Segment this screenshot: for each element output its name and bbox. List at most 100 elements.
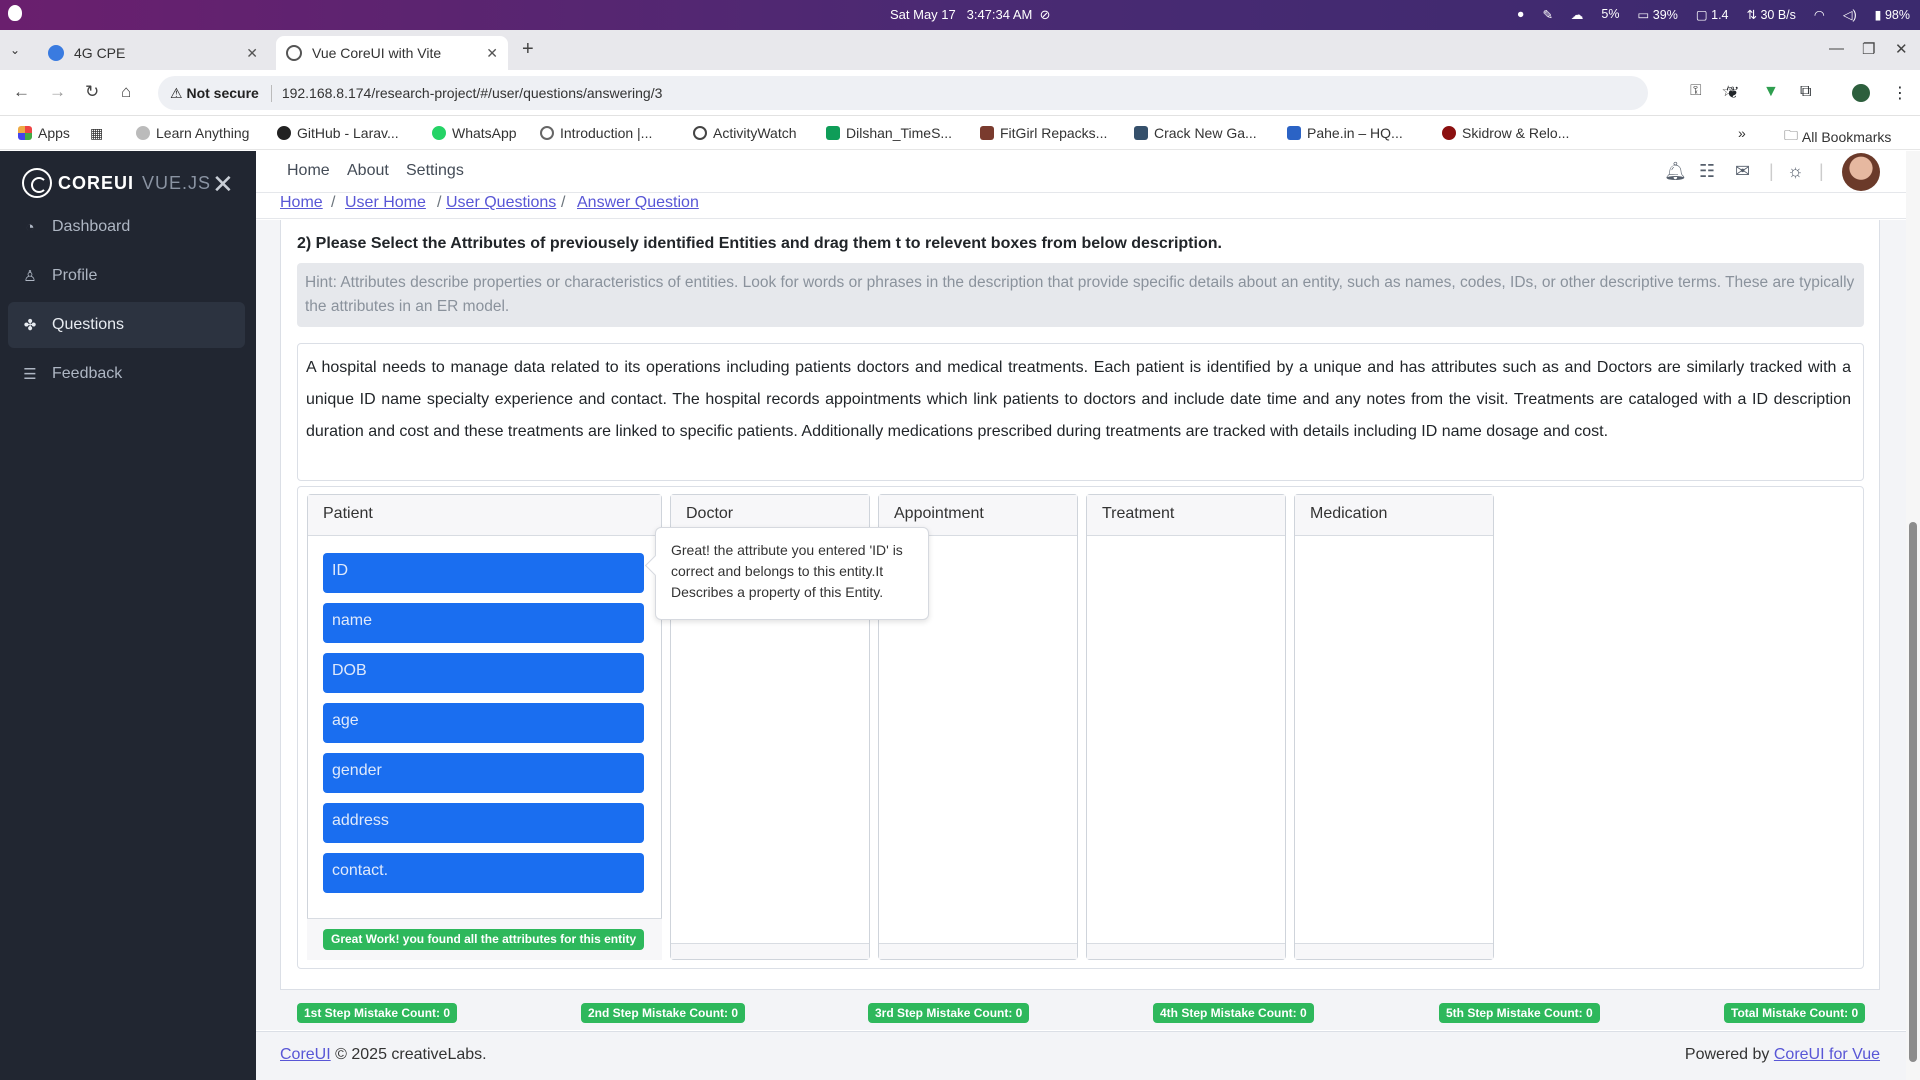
attribute-chip[interactable]: age	[323, 703, 644, 743]
bell-icon[interactable]: 🔔︎	[1664, 161, 1687, 182]
shield-icon[interactable]: ●	[1517, 7, 1525, 22]
close-icon[interactable]: ✕	[212, 171, 234, 197]
header-nav-home[interactable]: Home	[287, 162, 330, 180]
bookmark-label: Skidrow & Relo...	[1462, 125, 1570, 141]
sidebar-item-profile[interactable]: ♙ Profile	[8, 253, 245, 299]
bookmark-learn-anything[interactable]: Learn Anything	[136, 125, 249, 141]
entity-box-medication[interactable]: Medication	[1294, 494, 1494, 960]
more-menu-icon[interactable]: ⋮	[1892, 83, 1908, 103]
wifi-icon[interactable]: ◠	[1814, 7, 1825, 22]
attribute-chip[interactable]: name	[323, 603, 644, 643]
restore-icon[interactable]: ❐	[1862, 40, 1875, 58]
bookmark-introduction[interactable]: Introduction |...	[540, 125, 652, 141]
breadcrumb-user-home[interactable]: User Home	[345, 194, 426, 212]
footer-coreui-link[interactable]: CoreUI	[280, 1046, 331, 1063]
brand-logo[interactable]: COREUI VUE.JS	[22, 165, 211, 201]
bookmark-apps[interactable]: Apps	[18, 125, 70, 141]
envelope-icon[interactable]: ✉	[1735, 161, 1750, 182]
bookmark-skidrow[interactable]: Skidrow & Relo...	[1442, 125, 1569, 141]
entity-footer	[1087, 943, 1285, 959]
user-icon: ♙	[23, 268, 37, 285]
breadcrumb-user-questions[interactable]: User Questions	[446, 194, 556, 212]
new-tab-plus-icon[interactable]: +	[522, 38, 534, 61]
attribute-chip[interactable]: contact.	[323, 853, 644, 893]
home-icon[interactable]: ⌂	[121, 82, 131, 102]
extension-icon[interactable]: ❦	[1726, 83, 1739, 103]
all-bookmarks[interactable]: 🗀 All Bookmarks	[1784, 125, 1891, 149]
bookmark-crack[interactable]: Crack New Ga...	[1134, 125, 1257, 141]
hint-box: Hint: Attributes describe properties or …	[297, 263, 1864, 327]
scrollbar-thumb[interactable]	[1909, 522, 1917, 1062]
sidebar-item-dashboard[interactable]: ◔ Dashboard	[8, 204, 245, 250]
cpu-readout[interactable]: 5%	[1601, 7, 1619, 22]
attribute-chip[interactable]: gender	[323, 753, 644, 793]
puzzle-icon: ✤	[23, 317, 37, 334]
tab-title: 4G CPE	[74, 45, 126, 61]
battery-readout[interactable]: ▮ 98%	[1875, 7, 1910, 22]
puzzle-extensions-icon[interactable]: ⧉	[1800, 83, 1811, 101]
sidebar-item-label: Questions	[52, 316, 125, 333]
volume-icon[interactable]: ◁)	[1843, 7, 1857, 22]
bookmark-github[interactable]: GitHub - Larav...	[277, 125, 399, 141]
memory-readout[interactable]: ▭ 39%	[1638, 7, 1678, 22]
header-nav-about[interactable]: About	[347, 162, 389, 180]
reload-icon[interactable]: ↻	[85, 82, 99, 102]
tab-vue-coreui[interactable]: Vue CoreUI with Vite ✕	[276, 36, 508, 70]
forward-arrow-icon[interactable]: →	[49, 82, 66, 102]
speedometer-icon: ◔	[25, 218, 35, 236]
bookmark-dilshan[interactable]: Dilshan_TimeS...	[826, 125, 952, 141]
profile-avatar-icon[interactable]	[1852, 84, 1870, 102]
close-window-icon[interactable]: ✕	[1895, 40, 1908, 58]
minimize-icon[interactable]: —	[1829, 40, 1844, 57]
close-icon[interactable]: ✕	[486, 45, 498, 62]
apple-icon[interactable]	[8, 5, 22, 21]
bookmark-pahe[interactable]: Pahe.in – HQ...	[1287, 125, 1403, 141]
mistake-counters: 1st Step Mistake Count: 0 2nd Step Mista…	[256, 995, 1906, 1029]
total-mistake-badge: Total Mistake Count: 0	[1724, 1003, 1866, 1023]
attribute-chip[interactable]: ID	[323, 553, 644, 593]
pahe-icon	[1287, 126, 1301, 140]
attribute-chip[interactable]: DOB	[323, 653, 644, 693]
status-badge: Great Work! you found all the attributes…	[323, 929, 645, 950]
avatar[interactable]	[1842, 153, 1880, 191]
bookmark-fitgirl[interactable]: FitGirl Repacks...	[980, 125, 1107, 141]
task-list-icon[interactable]: ☷	[1699, 161, 1715, 182]
back-arrow-icon[interactable]: ←	[13, 82, 30, 102]
close-icon[interactable]: ✕	[246, 45, 258, 62]
password-key-icon[interactable]: ⚿	[1690, 82, 1701, 100]
sheets-icon	[826, 126, 840, 140]
breadcrumb-home[interactable]: Home	[280, 194, 323, 212]
tab-search-chevron-icon[interactable]: ⌄	[10, 43, 20, 57]
attribute-chip[interactable]: address	[323, 803, 644, 843]
network-readout[interactable]: ⇅ 30 B/s	[1747, 7, 1796, 22]
tab-4g-cpe[interactable]: 4G CPE ✕	[38, 36, 268, 70]
bookmark-activitywatch[interactable]: ActivityWatch	[693, 125, 797, 141]
header-nav-settings[interactable]: Settings	[406, 162, 464, 180]
globe-icon	[48, 45, 64, 61]
entity-title: Patient	[308, 495, 661, 536]
not-secure-badge[interactable]: ⚠ Not secure	[170, 84, 272, 102]
entity-box-treatment[interactable]: Treatment	[1086, 494, 1286, 960]
url-input[interactable]: ⚠ Not secure 192.168.8.174/research-proj…	[158, 76, 1648, 110]
bookmark-whatsapp[interactable]: WhatsApp	[432, 125, 517, 141]
os-clock[interactable]: Sat May 17 3:47:34 AM ⊘	[890, 7, 1051, 23]
sun-icon[interactable]: ☼	[1787, 161, 1804, 182]
bookmark-label: Apps	[38, 125, 70, 141]
cloud-icon[interactable]: ☁	[1571, 7, 1584, 22]
bookmark-grid[interactable]: ▦	[90, 125, 103, 142]
bookmarks-overflow-icon[interactable]: »	[1738, 125, 1746, 141]
load-value: 1.4	[1711, 8, 1729, 22]
entity-description[interactable]: A hospital needs to manage data related …	[297, 343, 1864, 481]
picker-icon[interactable]: ✎	[1542, 7, 1552, 22]
page-footer: CoreUI © 2025 creativeLabs. Powered by C…	[256, 1031, 1906, 1080]
whatsapp-icon	[432, 126, 446, 140]
load-readout[interactable]: ▢ 1.4	[1696, 7, 1729, 22]
footer-coreui-vue-link[interactable]: CoreUI for Vue	[1774, 1046, 1880, 1063]
vue-devtools-icon[interactable]: ▼	[1763, 83, 1779, 101]
sidebar-item-feedback[interactable]: ☰ Feedback	[8, 351, 245, 397]
bookmark-label: GitHub - Larav...	[297, 125, 399, 141]
footer-right: Powered by CoreUI for Vue	[1685, 1046, 1880, 1064]
sidebar-item-questions[interactable]: ✤ Questions	[8, 302, 245, 348]
top-header: Home About Settings 🔔︎ ☷ ✉ | ☼ |	[256, 151, 1906, 193]
breadcrumb-answer-question[interactable]: Answer Question	[577, 194, 699, 212]
